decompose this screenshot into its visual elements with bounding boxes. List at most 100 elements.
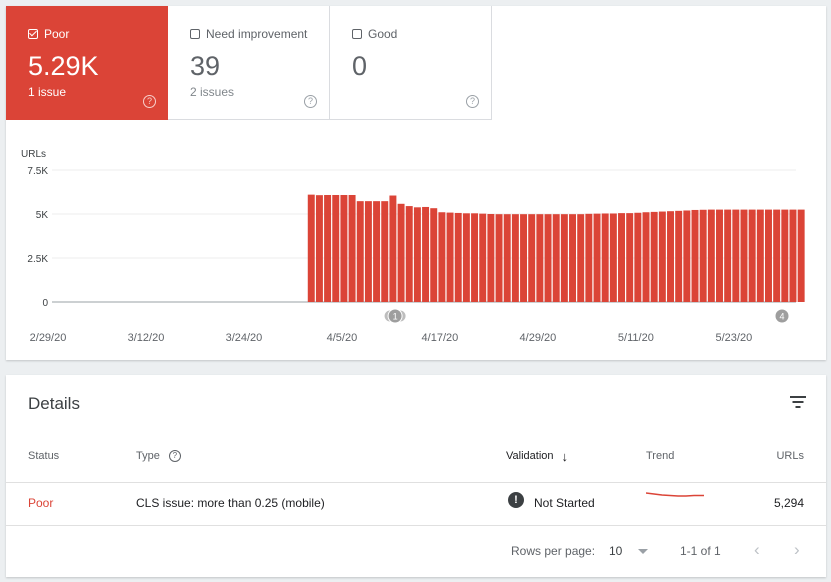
chart-bar[interactable] — [520, 214, 528, 302]
chart-bar[interactable] — [683, 210, 691, 302]
chart-bar[interactable] — [324, 194, 332, 302]
annotation-marker[interactable]: 4 — [774, 308, 790, 324]
pagination-range: 1-1 of 1 — [680, 544, 721, 558]
chart-bar[interactable] — [691, 209, 699, 302]
chart-bar[interactable] — [797, 209, 805, 302]
x-tick-label: 4/29/20 — [520, 332, 557, 344]
chart-bar[interactable] — [585, 213, 593, 302]
chart-bar[interactable] — [413, 207, 421, 302]
next-page-icon[interactable]: › — [794, 540, 800, 560]
arrow-down-icon[interactable]: ↓ — [562, 450, 569, 463]
chart-bar[interactable] — [740, 209, 748, 302]
chart-bar[interactable] — [781, 209, 789, 302]
trend-sparkline — [646, 492, 704, 497]
annotation-label: 1 — [393, 312, 398, 322]
y-tick-label: 0 — [42, 298, 48, 309]
chart-bar[interactable] — [422, 206, 430, 302]
chart-bar[interactable] — [650, 211, 658, 302]
chart-bar[interactable] — [348, 194, 356, 302]
chart-bar[interactable] — [356, 201, 364, 302]
chart-bar[interactable] — [454, 212, 462, 302]
chart-bar[interactable] — [487, 214, 495, 302]
status-header[interactable]: Status — [28, 450, 59, 462]
chart-bar[interactable] — [544, 214, 552, 302]
summary-card: Poor 5.29K 1 issue ? Need improvement 39… — [6, 6, 826, 360]
chart-bar[interactable] — [462, 213, 470, 302]
urls-header[interactable]: URLs — [776, 450, 804, 462]
chart-bar[interactable] — [389, 195, 397, 302]
chart-bar[interactable] — [528, 214, 536, 302]
chart-bar[interactable] — [438, 212, 446, 302]
type-header[interactable]: Type — [136, 450, 160, 462]
chart-bar[interactable] — [658, 211, 666, 302]
poor-label: Poor — [44, 27, 70, 41]
x-tick-label: 3/24/20 — [226, 332, 263, 344]
chart-bar[interactable] — [626, 213, 634, 302]
chart-bar[interactable] — [307, 194, 315, 302]
chart-bar[interactable] — [479, 213, 487, 302]
chart-bar[interactable] — [716, 209, 723, 302]
chart-bar[interactable] — [364, 201, 372, 302]
y-tick-label: 5K — [36, 210, 49, 221]
chart-bar[interactable] — [332, 194, 340, 302]
good-checkbox[interactable] — [352, 29, 362, 39]
rows-per-page-value: 10 — [609, 544, 623, 558]
chart-bar[interactable] — [552, 214, 560, 302]
chart-bar[interactable] — [732, 209, 740, 302]
poor-tile[interactable]: Poor 5.29K 1 issue ? — [6, 6, 168, 120]
chart-bar[interactable] — [724, 209, 732, 302]
chart-bar[interactable] — [699, 209, 707, 302]
chart-bar[interactable] — [667, 211, 674, 302]
chart-bar[interactable] — [765, 209, 772, 302]
poor-issues: 1 issue — [28, 85, 67, 99]
chart-bar[interactable] — [560, 214, 568, 302]
chart-bar[interactable] — [618, 213, 626, 302]
chart-bar[interactable] — [577, 214, 585, 302]
chart-bar[interactable] — [315, 195, 323, 302]
x-tick-label: 4/5/20 — [327, 332, 358, 344]
chart-bar[interactable] — [536, 214, 544, 302]
good-tile[interactable]: Good 0 ? — [330, 6, 492, 120]
chart-bar[interactable] — [707, 209, 715, 302]
help-icon[interactable]: ? — [143, 95, 156, 108]
chart-bar[interactable] — [503, 214, 511, 302]
chart-bar[interactable] — [397, 203, 405, 302]
help-icon[interactable]: ? — [304, 95, 317, 108]
chart-bar[interactable] — [471, 213, 479, 302]
chart-bar[interactable] — [495, 214, 503, 302]
chart-bar[interactable] — [405, 206, 413, 302]
x-tick-label: 2/29/20 — [30, 332, 67, 344]
chart-bar[interactable] — [601, 213, 609, 302]
chart-bar[interactable] — [609, 213, 617, 302]
need-improvement-checkbox[interactable] — [190, 29, 200, 39]
x-tick-label: 5/11/20 — [618, 332, 654, 344]
chart-bar[interactable] — [446, 212, 454, 302]
chart-bar[interactable] — [593, 213, 601, 302]
chart-bar[interactable] — [773, 209, 781, 302]
annotation-marker[interactable]: 1 — [383, 308, 407, 324]
details-title: Details — [28, 394, 80, 413]
chart-bar[interactable] — [340, 194, 348, 302]
poor-checkbox[interactable] — [28, 28, 38, 39]
chart-bar[interactable] — [748, 209, 756, 302]
chart-bar[interactable] — [789, 209, 797, 302]
need-improvement-tile[interactable]: Need improvement 39 2 issues ? — [168, 6, 330, 120]
not-started-icon: ! — [508, 492, 524, 508]
chart-bar[interactable] — [569, 214, 577, 302]
chart-bar[interactable] — [756, 209, 764, 302]
validation-header[interactable]: Validation — [506, 450, 554, 462]
filter-icon[interactable] — [790, 395, 806, 409]
rows-per-page-select[interactable]: 10 — [609, 544, 648, 558]
chart-bar[interactable] — [634, 212, 642, 302]
good-label: Good — [368, 27, 398, 41]
help-icon[interactable]: ? — [168, 450, 181, 462]
chart-bar[interactable] — [430, 208, 438, 302]
previous-page-icon[interactable]: ‹ — [754, 540, 760, 560]
chart-bar[interactable] — [675, 210, 683, 302]
chart-bar[interactable] — [642, 212, 650, 302]
chart-bar[interactable] — [381, 201, 389, 302]
chart-bar[interactable] — [373, 201, 381, 302]
chart-bar[interactable] — [511, 214, 519, 302]
row-validation: Not Started — [534, 496, 595, 510]
help-icon[interactable]: ? — [466, 95, 479, 108]
